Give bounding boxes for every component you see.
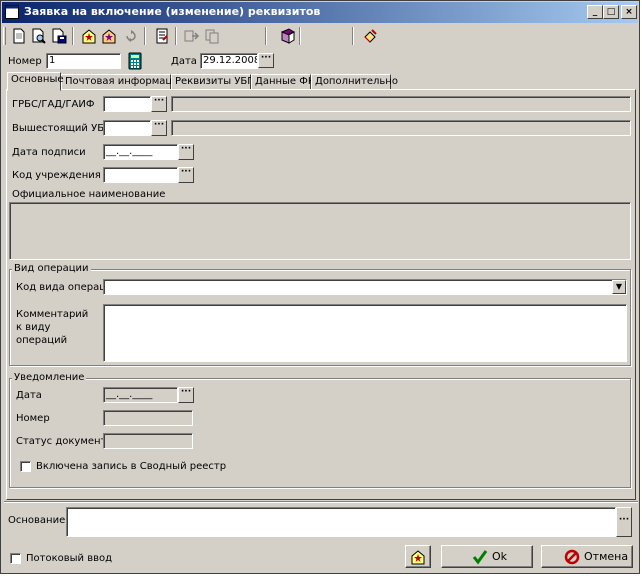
operation-type-group-title: Вид операции [12, 263, 91, 274]
refresh-button[interactable] [121, 26, 141, 46]
sign-date-picker-button[interactable]: ··· [178, 144, 194, 160]
tab-postal-info[interactable]: Почтовая информация [61, 74, 185, 90]
cancel-button[interactable]: Отмена [541, 545, 633, 568]
cancel-button-label: Отмена [584, 550, 629, 563]
mark-icon [411, 550, 425, 565]
preview-document-icon [32, 28, 46, 44]
stream-input-label: Потоковый ввод [26, 553, 113, 564]
edit-list-button[interactable] [152, 26, 172, 46]
notification-number-label: Номер [16, 413, 50, 424]
cancel-icon [564, 549, 580, 565]
clear-icon [364, 29, 377, 43]
book-button[interactable] [278, 26, 298, 46]
ok-button-label: Ok [492, 550, 508, 563]
mark-alt-button[interactable] [99, 26, 119, 46]
document-status-label: Статус документа [16, 436, 113, 447]
new-document-button[interactable] [9, 26, 29, 46]
operation-code-dropdown-button[interactable]: ▼ [612, 280, 626, 294]
mark-footer-button[interactable] [405, 545, 431, 568]
mark-alt-icon [102, 29, 116, 44]
copy-button[interactable] [202, 26, 222, 46]
app-window-icon [5, 5, 19, 19]
basis-lookup-button[interactable]: ··· [616, 507, 632, 537]
forward-icon [184, 30, 200, 42]
number-label: Номер [8, 56, 42, 67]
notification-group-title: Уведомление [12, 372, 87, 383]
checkmark-icon [472, 550, 488, 565]
number-input[interactable]: 1 [46, 53, 121, 69]
notification-date-picker-button[interactable]: ··· [178, 387, 194, 403]
clear-button[interactable] [360, 26, 380, 46]
calculator-icon [128, 52, 142, 70]
operation-code-select[interactable] [103, 279, 627, 295]
date-picker-button[interactable]: ··· [258, 53, 274, 68]
toolbar-separator [265, 27, 267, 45]
grbs-input[interactable] [103, 96, 151, 112]
grbs-name-field [171, 96, 631, 112]
included-in-registry-label: Включена запись в Сводный реестр [36, 461, 227, 472]
notification-date-field: __.__.____ [103, 387, 178, 403]
tab-main[interactable]: Основные [7, 72, 64, 91]
edit-list-icon [156, 28, 168, 44]
tab-ubp-details[interactable]: Реквизиты УБП [171, 74, 255, 90]
superior-ubp-name-field [171, 120, 631, 136]
operation-comment-label: Комментарий к виду операций [16, 309, 89, 346]
date-label: Дата [171, 56, 197, 67]
save-document-icon [52, 28, 67, 44]
maximize-button[interactable]: □ [603, 5, 619, 19]
save-document-button[interactable] [49, 26, 69, 46]
preview-document-button[interactable] [29, 26, 49, 46]
document-status-field [103, 433, 193, 449]
basis-input[interactable] [66, 507, 616, 537]
toolbar-separator [144, 27, 146, 45]
ok-button[interactable]: Ok [441, 545, 533, 568]
official-name-label: Официальное наименование [12, 189, 166, 200]
notification-date-label: Дата [16, 390, 42, 401]
book-icon [280, 28, 296, 44]
minimize-button[interactable]: _ [587, 5, 603, 19]
superior-ubp-label: Вышестоящий УБП [12, 123, 112, 134]
sign-date-input[interactable]: __.__.____ [103, 144, 178, 160]
grbs-label: ГРБС/ГАД/ГАИФ [12, 99, 95, 110]
institution-code-label: Код учреждения [12, 170, 101, 181]
copy-icon [205, 29, 219, 44]
mark-icon [82, 29, 96, 44]
operation-comment-textarea[interactable] [103, 304, 627, 362]
institution-code-input[interactable] [103, 167, 178, 183]
calculator-button[interactable] [126, 52, 144, 70]
close-button[interactable]: × [621, 5, 637, 19]
footer-divider [4, 501, 638, 503]
window: Заявка на включение (изменение) реквизит… [0, 0, 640, 574]
toolbar-separator [175, 27, 177, 45]
notification-number-field [103, 410, 193, 426]
new-document-icon [13, 28, 25, 44]
mark-button[interactable] [79, 26, 99, 46]
window-title: Заявка на включение (изменение) реквизит… [24, 5, 321, 18]
tab-additional[interactable]: Дополнительно [311, 74, 398, 90]
toolbar-grip [3, 27, 6, 45]
superior-ubp-input[interactable] [103, 120, 151, 136]
title-bar[interactable]: Заявка на включение (изменение) реквизит… [2, 2, 638, 23]
forward-button[interactable] [182, 26, 202, 46]
toolbar-separator [299, 27, 301, 45]
refresh-icon [126, 30, 136, 42]
institution-code-lookup-button[interactable]: ··· [178, 167, 194, 183]
basis-label: Основание [8, 515, 66, 526]
sign-date-label: Дата подписи [12, 147, 86, 158]
official-name-field [9, 202, 631, 260]
grbs-lookup-button[interactable]: ··· [151, 96, 167, 112]
date-input[interactable]: 29.12.2008 [200, 53, 258, 69]
included-in-registry-checkbox[interactable] [20, 461, 31, 472]
superior-ubp-lookup-button[interactable]: ··· [151, 120, 167, 136]
toolbar-separator [352, 27, 354, 45]
toolbar-separator [72, 27, 74, 45]
toolbar [3, 25, 637, 47]
tab-fk-data[interactable]: Данные ФК [251, 74, 315, 90]
stream-input-checkbox[interactable] [10, 553, 21, 564]
